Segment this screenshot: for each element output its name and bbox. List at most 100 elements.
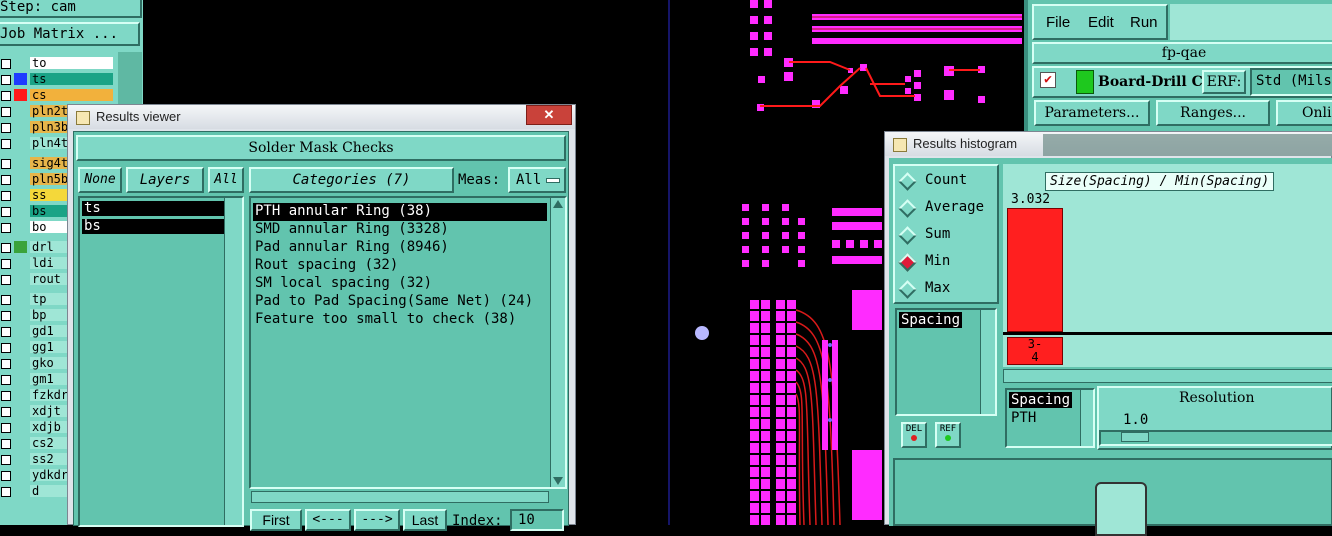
layer-checkbox[interactable] bbox=[1, 275, 11, 285]
layer-color-swatch[interactable] bbox=[14, 325, 27, 337]
ranges-button[interactable]: Ranges... bbox=[1156, 100, 1270, 126]
layer-color-swatch[interactable] bbox=[14, 485, 27, 497]
category-item[interactable]: SM local spacing (32) bbox=[253, 275, 545, 293]
layer-checkbox[interactable] bbox=[1, 259, 11, 269]
layer-row-cs[interactable]: cs bbox=[0, 88, 118, 102]
layer-color-swatch[interactable] bbox=[14, 121, 27, 133]
layer-checkbox[interactable] bbox=[1, 123, 11, 133]
layer-color-swatch[interactable] bbox=[14, 309, 27, 321]
layer-checkbox[interactable] bbox=[1, 407, 11, 417]
mode-radio-sum[interactable]: Sum bbox=[898, 226, 995, 245]
erf-field[interactable]: Std (Mils bbox=[1250, 68, 1332, 96]
layer-color-swatch[interactable] bbox=[14, 173, 27, 185]
layer-checkbox[interactable] bbox=[1, 207, 11, 217]
layer-checkbox[interactable] bbox=[1, 343, 11, 353]
layer-color-swatch[interactable] bbox=[14, 105, 27, 117]
metric-list[interactable]: Spacing bbox=[895, 308, 997, 416]
chart-hscrollbar[interactable] bbox=[1003, 369, 1332, 383]
layer-color-swatch[interactable] bbox=[14, 405, 27, 417]
layer-select-list[interactable]: ts bs bbox=[78, 196, 244, 527]
menu-file[interactable]: File bbox=[1046, 14, 1070, 31]
layer-name[interactable]: cs bbox=[30, 89, 113, 101]
category-item[interactable]: PTH annular Ring (38) bbox=[253, 203, 547, 221]
categories-button[interactable]: Categories (7) bbox=[249, 167, 454, 193]
menu-edit[interactable]: Edit bbox=[1088, 14, 1114, 31]
all-layers-button[interactable]: All bbox=[208, 167, 244, 193]
category-item[interactable]: Feature too small to check (38) bbox=[253, 311, 545, 329]
close-icon[interactable]: ✕ bbox=[526, 105, 572, 125]
layer-checkbox[interactable] bbox=[1, 391, 11, 401]
layer-checkbox[interactable] bbox=[1, 223, 11, 233]
layer-color-swatch[interactable] bbox=[14, 189, 27, 201]
ref-button[interactable]: REF bbox=[935, 422, 961, 448]
layer-color-swatch[interactable] bbox=[14, 293, 27, 305]
mode-radio-min[interactable]: Min bbox=[898, 253, 995, 272]
histogram-titlebar[interactable]: Results histogram bbox=[885, 132, 1332, 156]
metric-item-spacing[interactable]: Spacing bbox=[899, 312, 963, 328]
last-button[interactable]: Last bbox=[403, 509, 447, 531]
layer-checkbox[interactable] bbox=[1, 423, 11, 433]
layer-color-swatch[interactable] bbox=[14, 73, 27, 85]
parameters-button[interactable]: Parameters... bbox=[1034, 100, 1150, 126]
mode-radio-count[interactable]: Count bbox=[898, 172, 995, 191]
layer-row-to[interactable]: to bbox=[0, 56, 118, 70]
layer-color-swatch[interactable] bbox=[14, 137, 27, 149]
layer-checkbox[interactable] bbox=[1, 455, 11, 465]
layer-checkbox[interactable] bbox=[1, 359, 11, 369]
resolution-slider[interactable] bbox=[1099, 430, 1332, 446]
menu-run[interactable]: Run bbox=[1130, 14, 1158, 31]
layer-checkbox[interactable] bbox=[1, 327, 11, 337]
layer-list-item[interactable]: ts bbox=[82, 201, 226, 216]
layer-checkbox[interactable] bbox=[1, 375, 11, 385]
layer-color-swatch[interactable] bbox=[14, 437, 27, 449]
first-button[interactable]: First bbox=[250, 509, 302, 531]
category-item[interactable]: SMD annular Ring (3328) bbox=[253, 221, 545, 239]
index-field[interactable]: 10 bbox=[510, 509, 564, 531]
layer-color-swatch[interactable] bbox=[14, 373, 27, 385]
layer-color-swatch[interactable] bbox=[14, 205, 27, 217]
result-type-pth[interactable]: PTH bbox=[1011, 410, 1036, 426]
layer-checkbox[interactable] bbox=[1, 243, 11, 253]
preview-area[interactable] bbox=[893, 458, 1332, 536]
layer-checkbox[interactable] bbox=[1, 75, 11, 85]
layer-checkbox[interactable] bbox=[1, 91, 11, 101]
layer-checkbox[interactable] bbox=[1, 159, 11, 169]
layer-name[interactable]: to bbox=[30, 57, 113, 69]
layer-list-item[interactable]: bs bbox=[82, 219, 226, 234]
none-button[interactable]: None bbox=[78, 167, 122, 193]
del-button[interactable]: DEL bbox=[901, 422, 927, 448]
meas-dropdown[interactable]: All bbox=[508, 167, 566, 193]
layer-checkbox[interactable] bbox=[1, 59, 11, 69]
layer-color-swatch[interactable] bbox=[14, 157, 27, 169]
layer-color-swatch[interactable] bbox=[14, 469, 27, 481]
result-type-spacing[interactable]: Spacing bbox=[1009, 392, 1073, 408]
category-item[interactable]: Pad to Pad Spacing(Same Net) (24) bbox=[253, 293, 545, 311]
layers-button[interactable]: Layers bbox=[126, 167, 204, 193]
checkmark-icon[interactable]: ✔ bbox=[1040, 72, 1056, 88]
layer-checkbox[interactable] bbox=[1, 487, 11, 497]
layer-color-swatch[interactable] bbox=[14, 241, 27, 253]
layer-checkbox[interactable] bbox=[1, 175, 11, 185]
layer-checkbox[interactable] bbox=[1, 107, 11, 117]
layer-checkbox[interactable] bbox=[1, 295, 11, 305]
layer-checkbox[interactable] bbox=[1, 471, 11, 481]
layer-color-swatch[interactable] bbox=[14, 89, 27, 101]
categories-hscrollbar[interactable] bbox=[251, 491, 549, 503]
bar-bin-label[interactable]: 3- 4 bbox=[1007, 337, 1063, 365]
result-type-list[interactable]: Spacing PTH bbox=[1005, 388, 1095, 448]
layer-color-swatch[interactable] bbox=[14, 57, 27, 69]
layer-row-ts[interactable]: ts bbox=[0, 72, 118, 86]
layer-checkbox[interactable] bbox=[1, 439, 11, 449]
layer-color-swatch[interactable] bbox=[14, 257, 27, 269]
job-matrix-button[interactable]: Job Matrix ... bbox=[0, 22, 140, 46]
next-button[interactable]: ---> bbox=[354, 509, 400, 531]
layer-color-swatch[interactable] bbox=[14, 273, 27, 285]
histogram-chart[interactable]: Size(Spacing) / Min(Spacing) 3.032 bbox=[1003, 164, 1332, 332]
prev-button[interactable]: <--- bbox=[305, 509, 351, 531]
online-button[interactable]: Onli bbox=[1276, 100, 1332, 126]
categories-scrollbar[interactable] bbox=[550, 198, 565, 487]
layer-color-swatch[interactable] bbox=[14, 421, 27, 433]
categories-list[interactable]: PTH annular Ring (38) SMD annular Ring (3… bbox=[249, 196, 567, 489]
layer-color-swatch[interactable] bbox=[14, 453, 27, 465]
layer-color-swatch[interactable] bbox=[14, 357, 27, 369]
